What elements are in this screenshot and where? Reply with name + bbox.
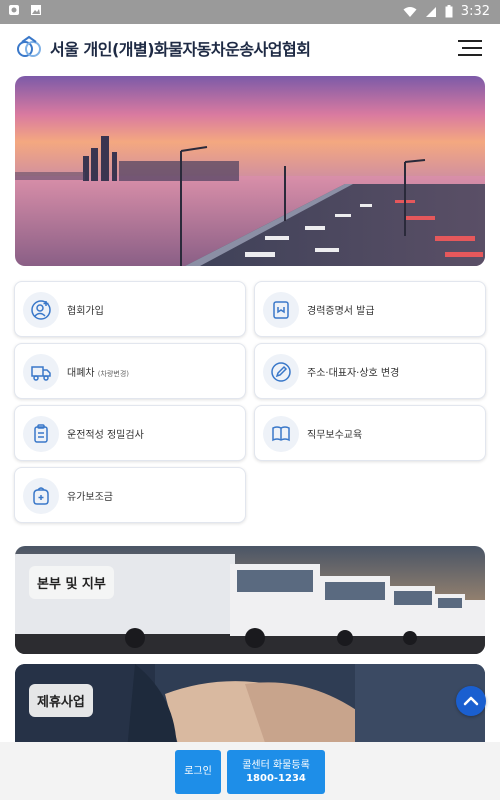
scroll-top-button[interactable] <box>456 686 486 716</box>
call-center-button[interactable]: 콜센터 화물등록 1800-1234 <box>227 750 325 794</box>
user-add-icon <box>23 292 59 328</box>
association-logo-icon <box>17 35 41 57</box>
book-icon <box>263 416 299 452</box>
wallet-icon <box>23 478 59 514</box>
app-title: 서울 개인(개별)화물자동차운송사업협회 <box>50 40 311 59</box>
truck-icon <box>23 354 59 390</box>
app-header: 서울 개인(개별)화물자동차운송사업협회 <box>0 24 500 72</box>
menu-card-education[interactable]: 직무보수교육 <box>254 405 486 461</box>
login-button[interactable]: 로그인 <box>175 750 221 794</box>
menu-card-info-change[interactable]: 주소·대표자·상호 변경 <box>254 343 486 399</box>
menu-card-join[interactable]: 협회가입 <box>14 281 246 337</box>
menu-card-label: 직무보수교육 <box>307 430 363 441</box>
trucks-image <box>15 546 485 654</box>
call-center-number: 1800-1234 <box>246 773 306 784</box>
clipboard-icon <box>23 416 59 452</box>
branches-banner[interactable]: 본부 및 지부 <box>15 546 485 654</box>
pencil-icon <box>263 354 299 390</box>
status-time: 3:32 <box>460 4 490 19</box>
menu-card-aptitude-test[interactable]: 운전적성 정밀검사 <box>14 405 246 461</box>
certificate-icon <box>263 292 299 328</box>
menu-card-label: 운전적성 정밀검사 <box>67 430 144 441</box>
menu-card-vehicle-change[interactable]: 대폐차 (차량변경) <box>14 343 246 399</box>
chevron-up-icon <box>463 696 479 706</box>
signal-icon <box>425 6 436 17</box>
menu-card-label: 협회가입 <box>67 306 104 317</box>
menu-card-label: 경력증명서 발급 <box>307 306 375 317</box>
branches-label: 본부 및 지부 <box>29 566 114 599</box>
battery-icon <box>445 5 453 18</box>
menu-card-label: 대폐차 (차량변경) <box>67 368 130 379</box>
image-notification-icon <box>31 5 41 15</box>
call-center-label: 콜센터 화물등록 <box>242 760 310 771</box>
partners-label: 제휴사업 <box>29 684 93 717</box>
menu-card-label: 유가보조금 <box>67 492 113 503</box>
menu-card-certificate[interactable]: 경력증명서 발급 <box>254 281 486 337</box>
menu-card-fuel-subsidy[interactable]: 유가보조금 <box>14 467 246 523</box>
wifi-icon <box>403 6 417 17</box>
bottom-action-bar: 로그인 콜센터 화물등록 1800-1234 <box>0 742 500 800</box>
hero-image <box>15 76 485 266</box>
app-notification-icon <box>9 5 19 15</box>
hamburger-menu-icon[interactable] <box>458 38 482 58</box>
menu-card-label: 주소·대표자·상호 변경 <box>307 368 400 379</box>
status-bar: 3:32 <box>0 0 500 24</box>
